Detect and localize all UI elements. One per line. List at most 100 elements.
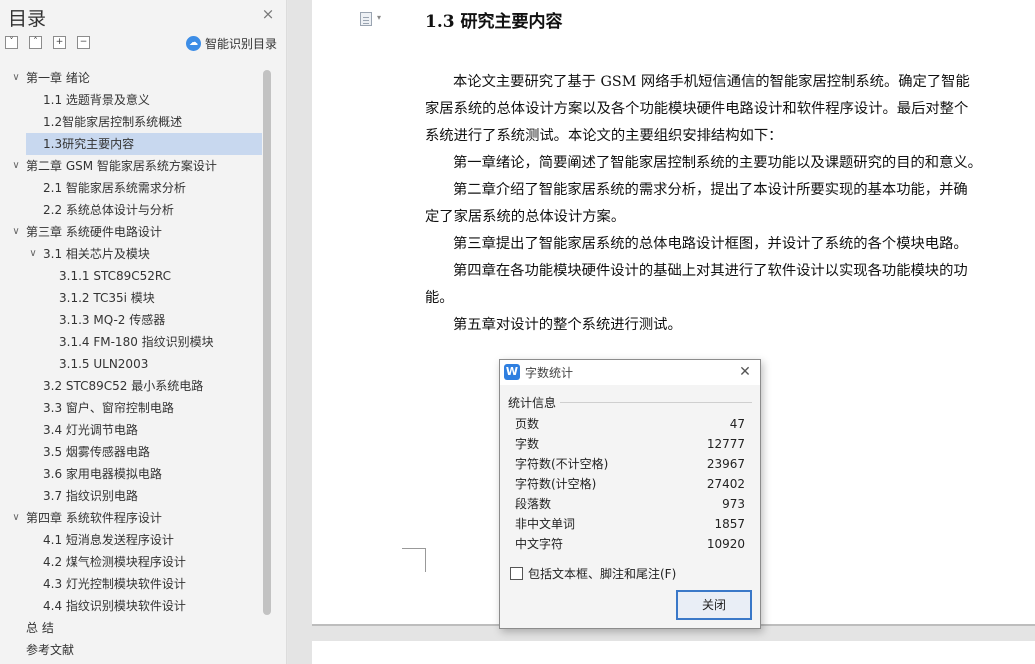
toc-item-label: 1.2智能家居控制系统概述 bbox=[43, 115, 183, 129]
toc-item[interactable]: 3.5 烟雾传感器电路 bbox=[0, 441, 262, 463]
toc-item[interactable]: 3.1.5 ULN2003 bbox=[0, 353, 262, 375]
toc-item-label: 第三章 系统硬件电路设计 bbox=[26, 225, 162, 239]
toc-item[interactable]: ∨ 第一章 绪论 bbox=[0, 67, 262, 89]
toc-item-label: 3.7 指纹识别电路 bbox=[43, 489, 138, 503]
toc-item-label: 第一章 绪论 bbox=[26, 71, 90, 85]
stat-row: 中文字符 10920 bbox=[515, 534, 745, 554]
stat-label: 非中文单词 bbox=[515, 517, 576, 531]
toc-scrollbar-thumb[interactable] bbox=[263, 70, 271, 615]
collapse-all-icon[interactable]: ˅ bbox=[5, 36, 18, 49]
paragraph-line: 系统进行了系统测试。本论文的主要组织安排结构如下： bbox=[425, 128, 783, 144]
smart-toc-button[interactable]: ☁ 智能识别目录 bbox=[186, 34, 277, 52]
toc-item[interactable]: 总 结 bbox=[0, 617, 262, 639]
toc-item-label: 参考文献 bbox=[26, 643, 75, 657]
toc-item-label: 第二章 GSM 智能家居系统方案设计 bbox=[26, 159, 217, 173]
toc-item[interactable]: 2.2 系统总体设计与分析 bbox=[0, 199, 262, 221]
toc-item[interactable]: 3.2 STC89C52 最小系统电路 bbox=[0, 375, 262, 397]
toc-item[interactable]: 4.4 指纹识别模块软件设计 bbox=[0, 595, 262, 617]
chevron-down-icon[interactable]: ▾ bbox=[377, 13, 381, 22]
chevron-down-icon[interactable]: ∨ bbox=[10, 221, 22, 243]
chevron-down-icon[interactable]: ∨ bbox=[10, 155, 22, 177]
toc-item[interactable]: 3.1.4 FM-180 指纹识别模块 bbox=[0, 331, 262, 353]
toc-item-label: 3.1.3 MQ-2 传感器 bbox=[59, 313, 166, 327]
toc-item-label: 3.6 家用电器模拟电路 bbox=[43, 467, 162, 481]
smart-toc-label: 智能识别目录 bbox=[205, 36, 278, 51]
cloud-icon: ☁ bbox=[186, 35, 201, 51]
include-textbox-label[interactable]: 包括文本框、脚注和尾注(F) bbox=[528, 565, 676, 582]
toc-item[interactable]: 4.1 短消息发送程序设计 bbox=[0, 529, 262, 551]
toc-item-label: 1.1 选题背景及意义 bbox=[43, 93, 150, 107]
toc-item[interactable]: ∨ 第二章 GSM 智能家居系统方案设计 bbox=[0, 155, 262, 177]
stat-label: 字符数(不计空格) bbox=[515, 457, 609, 471]
toc-item-label: 3.4 灯光调节电路 bbox=[43, 423, 138, 437]
stat-row: 字符数(不计空格) 23967 bbox=[515, 454, 745, 474]
stat-value: 1857 bbox=[714, 517, 745, 531]
stat-label: 字符数(计空格) bbox=[515, 477, 597, 491]
stat-label: 页数 bbox=[515, 417, 540, 431]
stat-value: 23967 bbox=[706, 457, 745, 471]
close-icon[interactable]: × bbox=[260, 6, 276, 22]
paragraph-line: 第三章提出了智能家居系统的总体电路设计框图，并设计了系统的各个模块电路。 bbox=[453, 236, 968, 252]
toc-item-label: 4.1 短消息发送程序设计 bbox=[43, 533, 174, 547]
toc-item-label: 4.3 灯光控制模块软件设计 bbox=[43, 577, 186, 591]
add-level-icon[interactable]: + bbox=[53, 36, 66, 49]
toc-item[interactable]: ∨ 第三章 系统硬件电路设计 bbox=[0, 221, 262, 243]
expand-icon[interactable]: ˄ bbox=[29, 36, 42, 49]
toc-item[interactable]: 2.1 智能家居系统需求分析 bbox=[0, 177, 262, 199]
toc-item[interactable]: 3.6 家用电器模拟电路 bbox=[0, 463, 262, 485]
toc-item-label: 3.2 STC89C52 最小系统电路 bbox=[43, 379, 204, 393]
group-divider bbox=[560, 402, 752, 403]
paragraph-line: 第四章在各功能模块硬件设计的基础上对其进行了软件设计以实现各功能模块的功 bbox=[453, 263, 968, 279]
toc-item-label: 1.3研究主要内容 bbox=[43, 137, 135, 151]
margin-crop-mark bbox=[402, 548, 426, 572]
toc-item-label: 4.2 煤气检测模块程序设计 bbox=[43, 555, 186, 569]
toc-item[interactable]: 参考文献 bbox=[0, 639, 262, 661]
toc-item-label: 3.5 烟雾传感器电路 bbox=[43, 445, 150, 459]
stat-row: 字数 12777 bbox=[515, 434, 745, 454]
stat-row: 段落数 973 bbox=[515, 494, 745, 514]
toc-item[interactable]: 4.2 煤气检测模块程序设计 bbox=[0, 551, 262, 573]
document-page-next[interactable] bbox=[312, 641, 1035, 664]
paragraph-line: 第二章介绍了智能家居系统的需求分析，提出了本设计所要实现的基本功能，并确 bbox=[453, 182, 968, 198]
remove-level-icon[interactable]: − bbox=[77, 36, 90, 49]
close-icon[interactable]: ✕ bbox=[736, 363, 754, 381]
toc-item[interactable]: ∨ 3.1 相关芯片及模块 bbox=[0, 243, 262, 265]
toc-item-label: 3.1 相关芯片及模块 bbox=[43, 247, 150, 261]
stat-label: 段落数 bbox=[515, 497, 552, 511]
toc-item[interactable]: 3.1.1 STC89C52RC bbox=[0, 265, 262, 287]
stats-group-label: 统计信息 bbox=[508, 396, 557, 410]
toc-item-label: 4.4 指纹识别模块软件设计 bbox=[43, 599, 186, 613]
chevron-down-icon[interactable]: ∨ bbox=[27, 243, 39, 265]
toc-list: ∨ 第一章 绪论 1.1 选题背景及意义 1.2智能家居控制系统概述 1.3研究主要内容… bbox=[0, 67, 262, 664]
toc-item[interactable]: 1.3研究主要内容 bbox=[26, 133, 262, 155]
toc-item[interactable]: 3.1.3 MQ-2 传感器 bbox=[0, 309, 262, 331]
toc-item[interactable]: 3.7 指纹识别电路 bbox=[0, 485, 262, 507]
close-button[interactable]: 关闭 bbox=[676, 590, 752, 620]
toc-item[interactable]: 1.2智能家居控制系统概述 bbox=[0, 111, 262, 133]
word-count-dialog: W 字数统计 ✕ 统计信息 页数 47 字数 12777 字符数(不计空格) 23967 字… bbox=[499, 359, 761, 629]
toc-item[interactable]: 4.3 灯光控制模块软件设计 bbox=[0, 573, 262, 595]
stat-row: 页数 47 bbox=[515, 414, 745, 434]
toc-item-label: 3.1.1 STC89C52RC bbox=[59, 269, 172, 283]
stat-label: 中文字符 bbox=[515, 537, 564, 551]
toc-item[interactable]: 3.4 灯光调节电路 bbox=[0, 419, 262, 441]
toc-item[interactable]: 1.1 选题背景及意义 bbox=[0, 89, 262, 111]
include-textbox-checkbox[interactable] bbox=[510, 567, 523, 580]
stat-value: 27402 bbox=[706, 477, 745, 491]
stat-value: 973 bbox=[722, 497, 745, 511]
stat-row: 字符数(计空格) 27402 bbox=[515, 474, 745, 494]
wps-logo-icon: W bbox=[504, 364, 520, 380]
chevron-down-icon[interactable]: ∨ bbox=[10, 507, 22, 529]
toc-item[interactable]: 3.1.2 TC35i 模块 bbox=[0, 287, 262, 309]
chevron-down-icon[interactable]: ∨ bbox=[10, 67, 22, 89]
toc-item[interactable]: 3.3 窗户、窗帘控制电路 bbox=[0, 397, 262, 419]
nav-pane-title: 目录 bbox=[8, 8, 47, 30]
toc-item[interactable]: ∨ 第四章 系统软件程序设计 bbox=[0, 507, 262, 529]
paragraph-line: 本论文主要研究了基于 GSM 网络手机短信通信的智能家居控制系统。确定了智能 bbox=[453, 74, 970, 90]
document-icon[interactable] bbox=[360, 12, 372, 26]
paragraph-line: 第一章绪论，简要阐述了智能家居控制系统的主要功能以及课题研究的目的和意义。 bbox=[453, 155, 982, 171]
toc-item-label: 第四章 系统软件程序设计 bbox=[26, 511, 162, 525]
dialog-titlebar[interactable]: W 字数统计 ✕ bbox=[500, 360, 760, 385]
toc-item-label: 3.3 窗户、窗帘控制电路 bbox=[43, 401, 174, 415]
stat-value: 47 bbox=[729, 417, 745, 431]
